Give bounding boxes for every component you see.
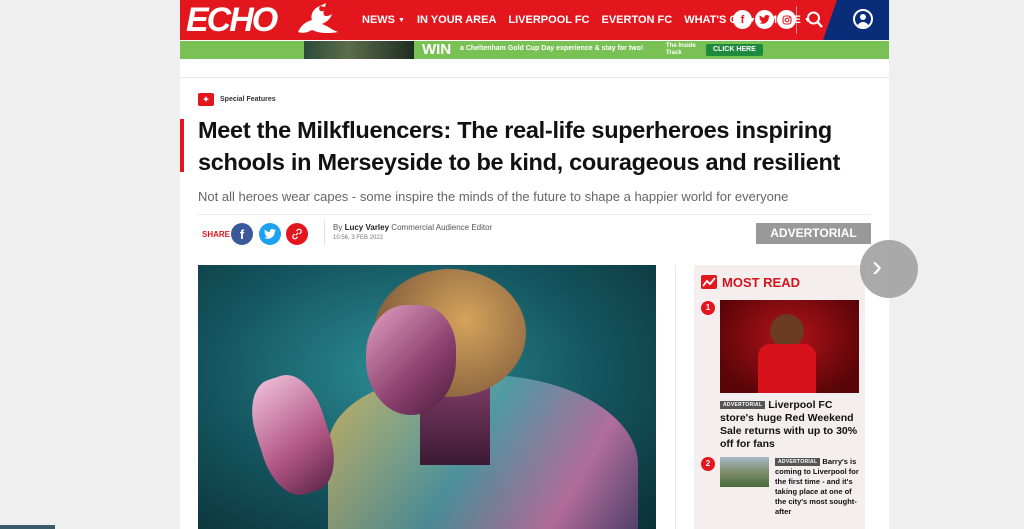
article-standfirst: Not all heroes wear capes - some inspire… <box>198 189 789 204</box>
divider <box>180 77 889 78</box>
twitter-icon[interactable] <box>755 10 774 29</box>
hero-image <box>198 265 656 529</box>
special-features-icon: ✦ <box>198 93 214 106</box>
most-read-image-2[interactable] <box>720 457 769 487</box>
nav-liverpool-fc[interactable]: LIVERPOOL FC <box>508 14 589 26</box>
promo-image <box>304 41 414 59</box>
divider <box>198 214 871 215</box>
share-link-button[interactable] <box>286 223 308 245</box>
account-button[interactable] <box>823 0 889 40</box>
chevron-right-icon: › <box>872 250 882 283</box>
main-nav: NEWS ▼ IN YOUR AREA LIVERPOOL FC EVERTON … <box>362 0 823 40</box>
promo-banner[interactable]: WIN a Cheltenham Gold Cup Day experience… <box>180 41 889 59</box>
liverbird-logo-icon[interactable] <box>292 2 344 38</box>
most-read-title: MOST READ <box>722 275 800 290</box>
facebook-icon[interactable]: f <box>733 10 752 29</box>
user-icon <box>853 9 873 29</box>
article-headline: Meet the Milkfluencers: The real-life su… <box>198 117 841 175</box>
most-read-item-2[interactable]: ADVERTORIAL Barry's is coming to Liverpo… <box>775 457 863 517</box>
search-icon[interactable] <box>806 10 824 30</box>
section-link[interactable]: Special Features <box>220 96 276 103</box>
nav-in-your-area[interactable]: IN YOUR AREA <box>417 14 496 26</box>
header-divider <box>796 6 797 34</box>
corner-widget[interactable] <box>0 525 55 529</box>
rank-number: 2 <box>701 457 715 471</box>
site-header: ECHO NEWS ▼ IN YOUR AREA LIVERPOOL FC EVE… <box>180 0 889 40</box>
instagram-icon[interactable] <box>777 10 796 29</box>
promo-text: a Cheltenham Gold Cup Day experience & s… <box>460 45 644 52</box>
promo-brand: The Inside Track <box>666 43 696 56</box>
trending-icon <box>701 275 717 289</box>
most-read-item-1[interactable]: ADVERTORIAL Liverpool FC store's huge Re… <box>720 399 860 451</box>
advertorial-tag: ADVERTORIAL <box>775 458 821 467</box>
article-page: ECHO NEWS ▼ IN YOUR AREA LIVERPOOL FC EVE… <box>180 0 889 529</box>
echo-logo[interactable]: ECHO <box>186 2 278 38</box>
most-read-panel: MOST READ 1 ADVERTORIAL Liverpool FC sto… <box>694 265 865 529</box>
author-link[interactable]: Lucy Varley <box>345 223 389 232</box>
author-role: Commercial Audience Editor <box>391 223 493 232</box>
share-facebook-button[interactable]: f <box>231 223 253 245</box>
chevron-down-icon: ▼ <box>398 16 405 24</box>
advertorial-badge: ADVERTORIAL <box>756 223 871 244</box>
next-arrow-button[interactable]: › <box>860 240 918 298</box>
nav-everton-fc[interactable]: EVERTON FC <box>602 14 673 26</box>
headline-accent <box>180 119 184 172</box>
share-label: SHARE <box>202 230 231 239</box>
promo-cta-button[interactable]: CLICK HERE <box>706 44 763 56</box>
most-read-image-1[interactable] <box>720 300 859 393</box>
share-twitter-button[interactable] <box>259 223 281 245</box>
column-divider <box>675 265 676 529</box>
publish-date: 10:56, 3 FEB 2022 <box>333 235 384 241</box>
promo-win: WIN <box>422 41 452 58</box>
rank-number: 1 <box>701 301 715 315</box>
byline: By Lucy Varley Commercial Audience Edito… <box>333 223 493 232</box>
nav-news[interactable]: NEWS ▼ <box>362 14 405 26</box>
divider <box>324 220 325 246</box>
link-icon <box>292 228 302 240</box>
advertorial-tag: ADVERTORIAL <box>720 401 766 410</box>
